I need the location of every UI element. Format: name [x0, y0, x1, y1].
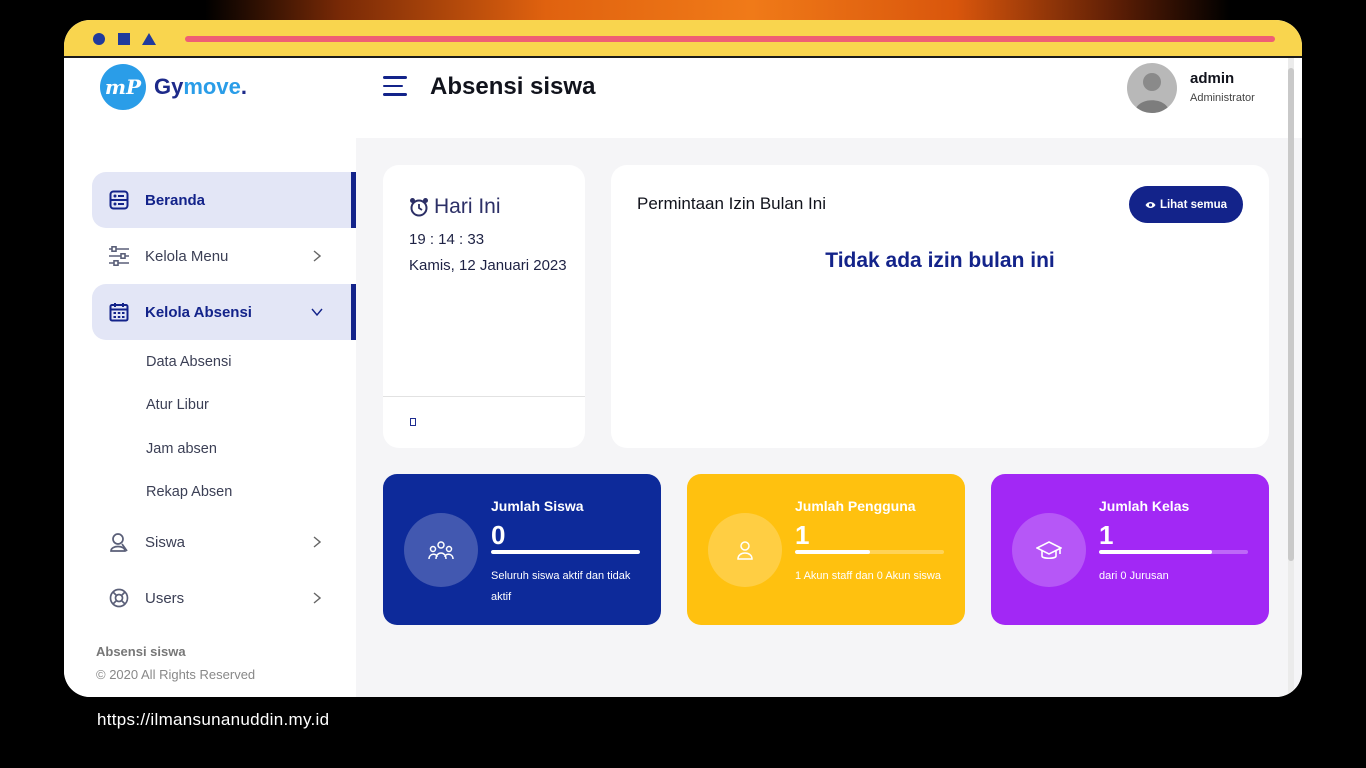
sidebar-item-label: Siswa: [145, 533, 186, 551]
user-name[interactable]: admin: [1190, 70, 1234, 87]
circle-shape-icon: [93, 33, 105, 45]
sidebar-footer: Absensi siswa © 2020 All Rights Reserved: [96, 644, 255, 682]
calendar-icon: [108, 301, 130, 323]
hamburger-menu-icon[interactable]: [383, 76, 407, 98]
today-time: 19 : 14 : 33: [409, 231, 485, 248]
logo-mark-icon: mP: [100, 64, 146, 110]
footer-copyright: © 2020 All Rights Reserved: [96, 667, 256, 682]
sidebar-item-kelola-menu[interactable]: Kelola Menu: [92, 228, 356, 284]
chevron-down-icon: [308, 303, 326, 321]
stat-description: 1 Akun staff dan 0 Akun siswa: [795, 570, 941, 582]
alarm-clock-icon: [409, 197, 429, 217]
triangle-shape-icon: [142, 33, 156, 45]
stat-card-siswa[interactable]: Jumlah Siswa 0 Seluruh siswa aktif dan t…: [383, 474, 661, 625]
square-shape-icon: [118, 33, 130, 45]
student-icon: [108, 531, 130, 553]
avatar[interactable]: [1127, 63, 1177, 113]
background-glow: [0, 0, 1366, 20]
logo-name-accent: move: [183, 74, 241, 99]
today-card: Hari Ini 19 : 14 : 33 Kamis, 12 Januari …: [383, 165, 585, 448]
stat-progress-bar: [491, 550, 640, 554]
today-title-text: Hari Ini: [434, 195, 501, 218]
scrollbar-thumb[interactable]: [1288, 68, 1294, 561]
sidebar-item-label: Beranda: [145, 191, 206, 209]
eye-icon: [1145, 201, 1156, 209]
stat-label: Jumlah Pengguna: [795, 498, 916, 514]
leave-requests-title: Permintaan Izin Bulan Ini: [637, 194, 826, 213]
logo-name-main: Gy: [154, 74, 184, 99]
stat-card-pengguna[interactable]: Jumlah Pengguna 1 1 Akun staff dan 0 Aku…: [687, 474, 965, 625]
sidebar-item-label: Kelola Absensi: [145, 303, 252, 321]
user-icon: [708, 513, 782, 587]
placeholder-icon: [410, 418, 416, 426]
sidebar-subitem-data-absensi[interactable]: Data Absensi: [92, 340, 356, 384]
app-logo[interactable]: mP Gymove.: [100, 64, 247, 110]
leave-requests-empty: Tidak ada izin bulan ini: [825, 249, 1055, 272]
titlebar-address-bar: [185, 36, 1275, 42]
footer-title: Absensi siswa: [96, 644, 186, 659]
group-icon: [404, 513, 478, 587]
stat-label: Jumlah Siswa: [491, 498, 584, 514]
users-icon: [108, 587, 130, 609]
leave-requests-card: Permintaan Izin Bulan Ini Lihat semua Ti…: [611, 165, 1269, 448]
top-header: Absensi siswa admin Administrator: [356, 58, 1302, 138]
source-url: https://ilmansunanuddin.my.id: [97, 710, 330, 729]
chevron-right-icon: [308, 247, 326, 265]
main-content: Absensi siswa admin Administrator Hari I…: [356, 58, 1302, 697]
logo-name-dot: .: [240, 74, 247, 99]
browser-window: mP Gymove. Beranda Kelola Menu Kelola Ab…: [64, 20, 1302, 697]
sidebar-subitem-atur-libur[interactable]: Atur Libur: [92, 384, 356, 428]
sidebar-item-label: Kelola Menu: [145, 247, 229, 265]
stat-progress-fill: [795, 550, 870, 554]
sidebar-item-label: Users: [145, 589, 185, 607]
card-divider: [383, 396, 585, 397]
sidebar: mP Gymove. Beranda Kelola Menu Kelola Ab…: [64, 58, 356, 697]
sidebar-item-kelola-absensi[interactable]: Kelola Absensi: [92, 284, 356, 340]
sidebar-item-siswa[interactable]: Siswa: [92, 514, 356, 570]
window-titlebar: [64, 20, 1302, 58]
stat-progress-bar: [1099, 550, 1248, 554]
dashboard-icon: [108, 189, 130, 211]
stat-description: Seluruh siswa aktif dan tidak aktif: [491, 570, 631, 603]
sidebar-item-beranda[interactable]: Beranda: [92, 172, 356, 228]
today-date: Kamis, 12 Januari 2023: [409, 257, 567, 274]
stat-progress-bar: [795, 550, 944, 554]
stat-progress-fill: [1099, 550, 1213, 554]
view-all-button[interactable]: Lihat semua: [1129, 186, 1243, 223]
stat-value: 1: [1099, 520, 1114, 550]
sidebar-nav: Beranda Kelola Menu Kelola Absensi Data …: [92, 172, 356, 626]
stat-card-kelas[interactable]: Jumlah Kelas 1 dari 0 Jurusan: [991, 474, 1269, 625]
view-all-label: Lihat semua: [1159, 198, 1228, 211]
sliders-icon: [108, 245, 130, 267]
page-title: Absensi siswa: [430, 73, 596, 100]
chevron-right-icon: [308, 533, 326, 551]
user-role: Administrator: [1190, 92, 1255, 104]
stat-label: Jumlah Kelas: [1099, 498, 1190, 514]
today-title: Hari Ini: [409, 195, 501, 219]
stat-value: 1: [795, 520, 810, 550]
stat-progress-fill: [491, 550, 640, 554]
stat-value: 0: [491, 520, 506, 550]
logo-name: Gymove.: [154, 74, 247, 100]
sidebar-subitem-rekap-absen[interactable]: Rekap Absen: [92, 471, 356, 515]
sidebar-subitem-jam-absen[interactable]: Jam absen: [92, 427, 356, 471]
sidebar-item-users[interactable]: Users: [92, 570, 356, 626]
graduation-cap-icon: [1012, 513, 1086, 587]
stat-description: dari 0 Jurusan: [1099, 570, 1169, 582]
chevron-right-icon: [308, 589, 326, 607]
